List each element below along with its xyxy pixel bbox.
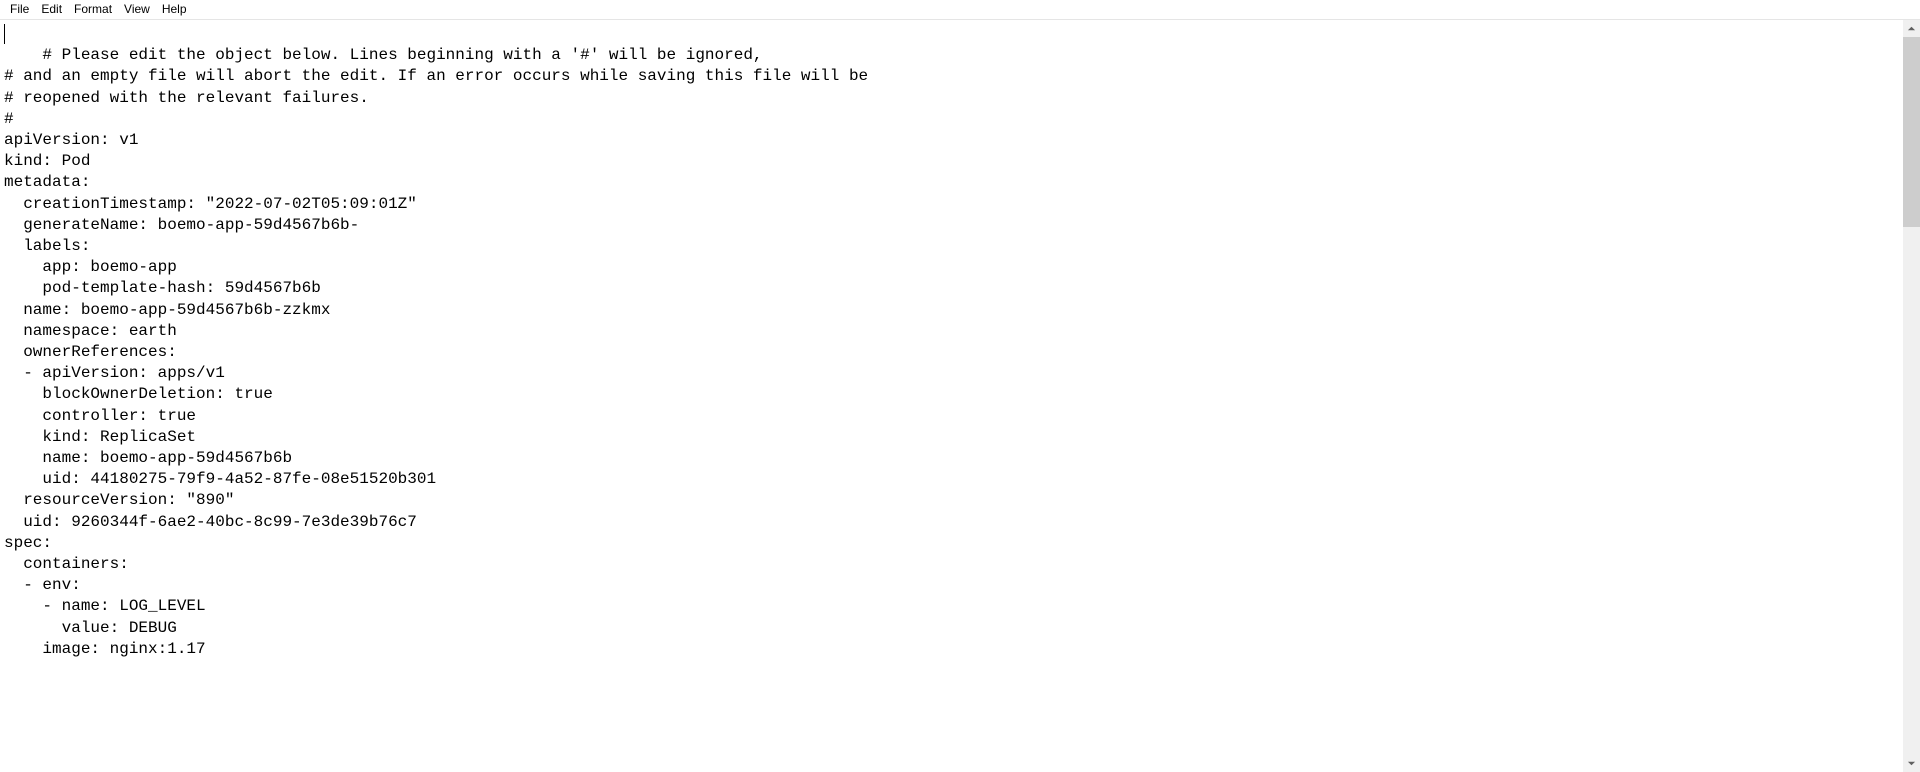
editor-area: # Please edit the object below. Lines be… bbox=[0, 20, 1920, 772]
menu-view[interactable]: View bbox=[118, 0, 156, 19]
menu-edit[interactable]: Edit bbox=[35, 0, 68, 19]
text-editor[interactable]: # Please edit the object below. Lines be… bbox=[0, 20, 1903, 772]
menu-bar: File Edit Format View Help bbox=[0, 0, 1920, 20]
menu-file[interactable]: File bbox=[4, 0, 35, 19]
vertical-scrollbar[interactable] bbox=[1903, 20, 1920, 772]
scrollbar-thumb[interactable] bbox=[1903, 37, 1920, 227]
scrollbar-track[interactable] bbox=[1903, 37, 1920, 755]
menu-format[interactable]: Format bbox=[68, 0, 118, 19]
editor-content: # Please edit the object below. Lines be… bbox=[4, 46, 868, 658]
text-caret bbox=[4, 24, 5, 44]
scroll-down-arrow-icon[interactable] bbox=[1903, 755, 1920, 772]
menu-help[interactable]: Help bbox=[156, 0, 193, 19]
scroll-up-arrow-icon[interactable] bbox=[1903, 20, 1920, 37]
